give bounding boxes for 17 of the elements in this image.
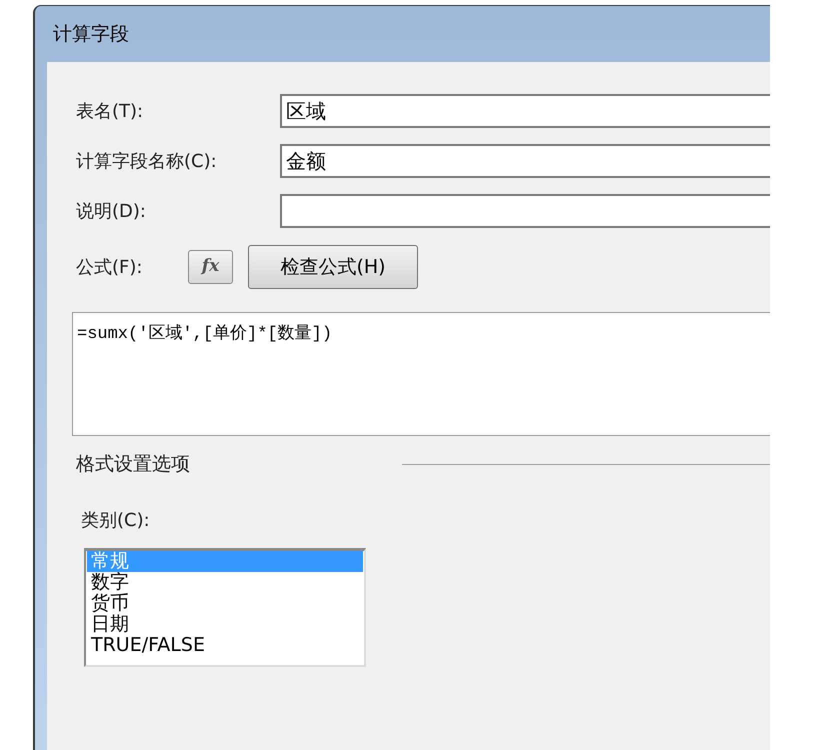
section-title: 格式设置选项 bbox=[76, 452, 190, 477]
text-field[interactable]: 金额 bbox=[280, 144, 770, 178]
category-item[interactable]: 数字 bbox=[87, 572, 363, 592]
field-label: 说明(D): bbox=[76, 200, 147, 224]
field-label: 计算字段名称(C): bbox=[76, 150, 218, 174]
function-button[interactable]: fx bbox=[188, 250, 233, 284]
check-formula-button[interactable]: 检查公式(H) bbox=[248, 245, 418, 289]
text-field[interactable] bbox=[280, 194, 770, 228]
field-label: 表名(T): bbox=[76, 100, 144, 124]
text-field[interactable]: 区域 bbox=[280, 94, 770, 128]
window-title: 计算字段 bbox=[53, 22, 129, 47]
field-label: 公式(F): bbox=[76, 256, 144, 280]
category-item[interactable]: TRUE/FALSE bbox=[87, 634, 363, 656]
category-label: 类别(C): bbox=[81, 508, 150, 532]
formula-field[interactable]: =sumx('区域',[单价]*[数量]) bbox=[72, 312, 770, 436]
category-item[interactable]: 日期 bbox=[87, 614, 363, 634]
category-item[interactable]: 货币 bbox=[87, 592, 363, 614]
